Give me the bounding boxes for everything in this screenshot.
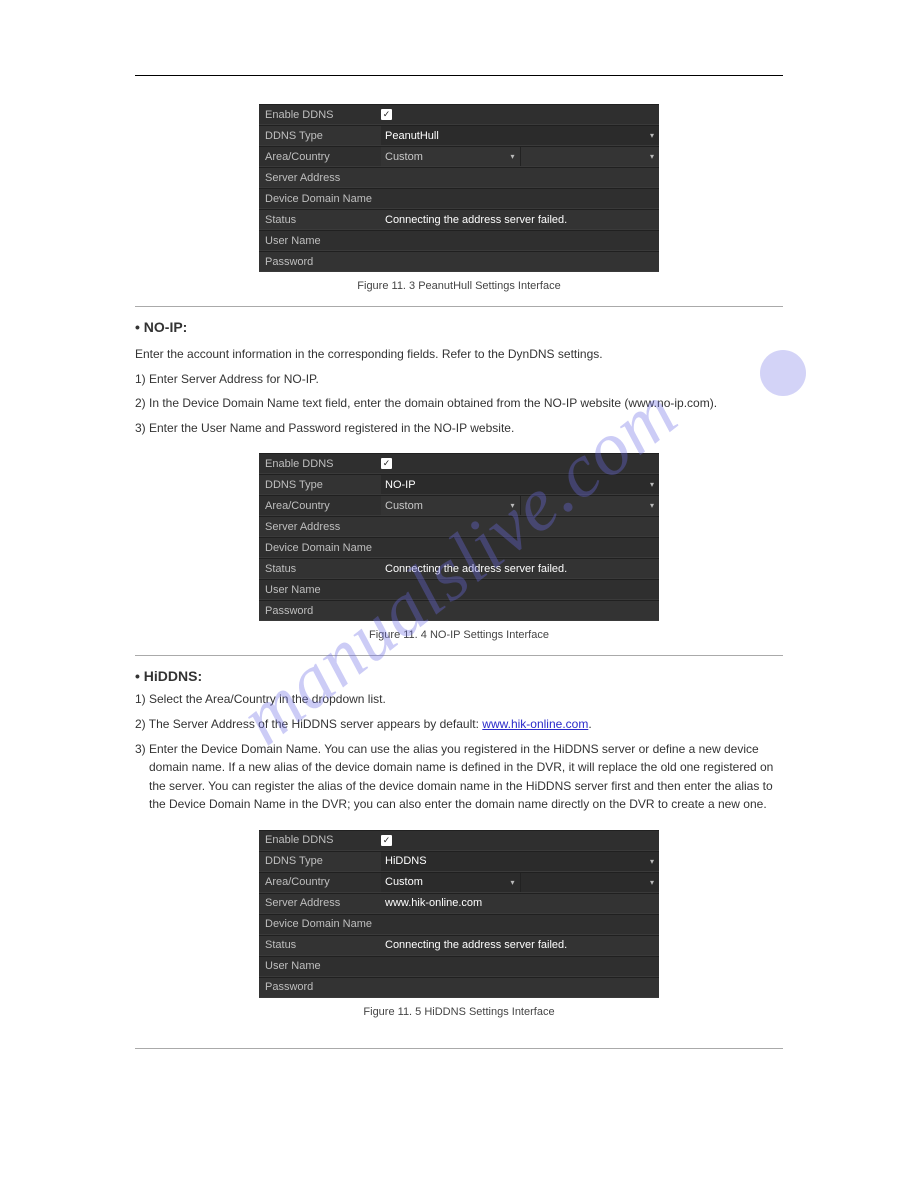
- chevron-down-icon: ▾: [510, 878, 514, 887]
- step-text: 2) In the Device Domain Name text field,…: [135, 394, 783, 413]
- device-domain-label: Device Domain Name: [259, 542, 381, 554]
- country-dropdown[interactable]: ▾: [521, 873, 660, 892]
- step-text: 1) Select the Area/Country in the dropdo…: [135, 690, 783, 709]
- ddns-panel-peanuthull: Enable DDNS✓ DDNS TypePeanutHull▾ Area/C…: [259, 104, 659, 272]
- password-label: Password: [259, 981, 381, 993]
- step-text: 2) The Server Address of the HiDDNS serv…: [135, 715, 783, 734]
- password-label: Password: [259, 605, 381, 617]
- ddns-type-dropdown[interactable]: PeanutHull▾: [381, 126, 659, 145]
- figure-caption: Figure 11. 5 HiDDNS Settings Interface: [135, 1006, 783, 1018]
- username-label: User Name: [259, 584, 381, 596]
- chevron-down-icon: ▾: [510, 501, 514, 510]
- enable-ddns-label: Enable DDNS: [259, 834, 381, 846]
- status-label: Status: [259, 563, 381, 575]
- status-value: Connecting the address server failed.: [381, 563, 567, 575]
- chevron-down-icon: ▾: [650, 152, 654, 161]
- device-domain-label: Device Domain Name: [259, 918, 381, 930]
- enable-ddns-checkbox[interactable]: ✓: [381, 835, 392, 846]
- area-dropdown[interactable]: Custom▾: [381, 496, 521, 515]
- figure-caption: Figure 11. 4 NO-IP Settings Interface: [135, 629, 783, 641]
- chevron-down-icon: ▾: [650, 857, 654, 866]
- country-dropdown[interactable]: ▾: [521, 496, 660, 515]
- status-label: Status: [259, 939, 381, 951]
- step-text: 1) Enter Server Address for NO-IP.: [135, 370, 783, 389]
- header-rule: [135, 60, 783, 76]
- country-dropdown[interactable]: ▾: [521, 147, 660, 166]
- section-hiddns: • HiDDNS: 1) Select the Area/Country in …: [135, 655, 783, 814]
- hik-online-link[interactable]: www.hik-online.com: [482, 717, 588, 731]
- device-domain-label: Device Domain Name: [259, 193, 381, 205]
- area-dropdown[interactable]: Custom▾: [381, 147, 521, 166]
- server-address-label: Server Address: [259, 897, 381, 909]
- chevron-down-icon: ▾: [650, 480, 654, 489]
- page: manualslive.com Enable DDNS✓ DDNS TypePe…: [0, 0, 918, 1129]
- enable-ddns-label: Enable DDNS: [259, 109, 381, 121]
- section-title: • HiDDNS:: [135, 668, 783, 684]
- ddns-panel-hiddns: Enable DDNS✓ DDNS TypeHiDDNS▾ Area/Count…: [259, 830, 659, 998]
- section-intro: Enter the account information in the cor…: [135, 345, 783, 364]
- area-country-label: Area/Country: [259, 876, 381, 888]
- step-text: 3) Enter the User Name and Password regi…: [135, 419, 783, 438]
- server-address-label: Server Address: [259, 521, 381, 533]
- area-dropdown[interactable]: Custom▾: [381, 873, 521, 892]
- ddns-type-label: DDNS Type: [259, 130, 381, 142]
- area-country-label: Area/Country: [259, 500, 381, 512]
- server-address-input[interactable]: www.hik-online.com: [381, 897, 482, 909]
- ddns-type-dropdown[interactable]: NO-IP▾: [381, 475, 659, 494]
- chevron-down-icon: ▾: [510, 152, 514, 161]
- chevron-down-icon: ▾: [650, 501, 654, 510]
- server-address-label: Server Address: [259, 172, 381, 184]
- enable-ddns-checkbox[interactable]: ✓: [381, 458, 392, 469]
- enable-ddns-checkbox[interactable]: ✓: [381, 109, 392, 120]
- status-value: Connecting the address server failed.: [381, 214, 567, 226]
- figure-caption: Figure 11. 3 PeanutHull Settings Interfa…: [135, 280, 783, 292]
- status-label: Status: [259, 214, 381, 226]
- ddns-type-label: DDNS Type: [259, 855, 381, 867]
- footer-rule: [135, 1048, 783, 1049]
- step-text: 3) Enter the Device Domain Name. You can…: [135, 740, 783, 814]
- status-value: Connecting the address server failed.: [381, 939, 567, 951]
- chevron-down-icon: ▾: [650, 878, 654, 887]
- password-label: Password: [259, 256, 381, 268]
- enable-ddns-label: Enable DDNS: [259, 458, 381, 470]
- ddns-type-dropdown[interactable]: HiDDNS▾: [381, 852, 659, 871]
- section-noip: • NO-IP: Enter the account information i…: [135, 306, 783, 437]
- ddns-type-label: DDNS Type: [259, 479, 381, 491]
- chevron-down-icon: ▾: [650, 131, 654, 140]
- username-label: User Name: [259, 960, 381, 972]
- section-title: • NO-IP:: [135, 319, 783, 335]
- ddns-panel-noip: Enable DDNS✓ DDNS TypeNO-IP▾ Area/Countr…: [259, 453, 659, 621]
- area-country-label: Area/Country: [259, 151, 381, 163]
- username-label: User Name: [259, 235, 381, 247]
